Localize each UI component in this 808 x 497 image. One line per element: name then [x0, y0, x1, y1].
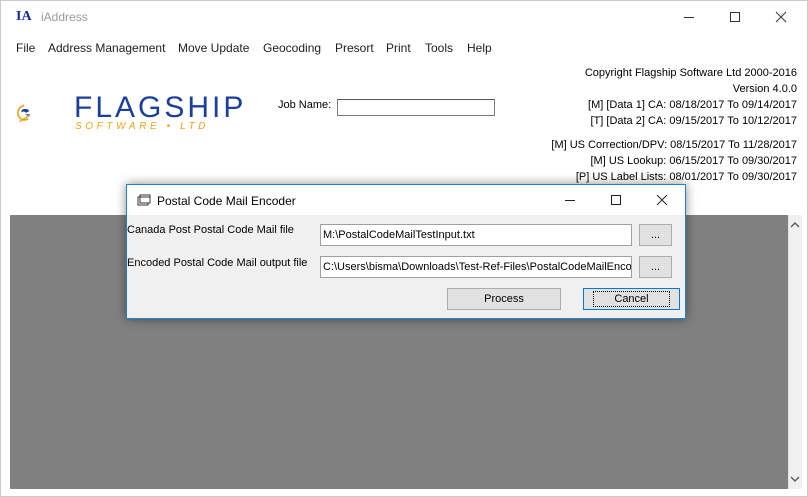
- close-icon: [775, 11, 787, 23]
- output-file-label: Encoded Postal Code Mail output file: [127, 257, 308, 269]
- data1-text: [M] [Data 1] CA: 08/18/2017 To 09/14/201…: [588, 99, 797, 111]
- menu-geocoding[interactable]: Geocoding: [263, 41, 321, 55]
- dialog-close-button[interactable]: [639, 185, 685, 215]
- close-button[interactable]: [758, 1, 804, 33]
- process-button[interactable]: Process: [447, 288, 561, 310]
- job-name-input[interactable]: [337, 99, 495, 116]
- main-window: IA iAddress File Address Management Move…: [0, 0, 808, 497]
- title-bar: IA iAddress: [1, 1, 807, 33]
- postal-code-mail-encoder-dialog: Postal Code Mail Encoder Canada Post Pos…: [126, 184, 686, 319]
- menu-file[interactable]: File: [16, 41, 35, 55]
- input-file-field[interactable]: M:\PostalCodeMailTestInput.txt: [320, 224, 632, 246]
- scroll-up-icon[interactable]: [789, 219, 801, 231]
- menu-print[interactable]: Print: [386, 41, 411, 55]
- output-file-field[interactable]: C:\Users\bisma\Downloads\Test-Ref-Files\…: [320, 256, 632, 278]
- input-browse-button[interactable]: ...: [639, 224, 672, 246]
- close-icon: [656, 194, 668, 206]
- dialog-maximize-button[interactable]: [593, 185, 639, 215]
- maximize-icon: [730, 12, 740, 22]
- logo-tagline: SOFTWARE • LTD: [75, 121, 210, 132]
- dialog-minimize-button[interactable]: [547, 185, 593, 215]
- us-lookup-text: [M] US Lookup: 06/15/2017 To 09/30/2017: [590, 155, 797, 167]
- app-icon: IA: [16, 9, 32, 24]
- dialog-title: Postal Code Mail Encoder: [157, 194, 296, 208]
- menu-bar: File Address Management Move Update Geoc…: [1, 39, 807, 59]
- maximize-icon: [611, 195, 621, 205]
- menu-presort[interactable]: Presort: [335, 41, 374, 55]
- menu-move-update[interactable]: Move Update: [178, 41, 249, 55]
- minimize-button[interactable]: [666, 1, 712, 33]
- menu-address-management[interactable]: Address Management: [48, 41, 165, 55]
- data2-text: [T] [Data 2] CA: 09/15/2017 To 10/12/201…: [590, 115, 798, 127]
- vertical-scrollbar[interactable]: [788, 215, 802, 489]
- menu-help[interactable]: Help: [467, 41, 492, 55]
- copyright-text: Copyright Flagship Software Ltd 2000-201…: [584, 67, 797, 79]
- maximize-button[interactable]: [712, 1, 758, 33]
- version-text: Version 4.0.0: [732, 83, 797, 95]
- window-title: iAddress: [41, 10, 88, 24]
- dialog-window-icon: [137, 194, 151, 206]
- input-file-label: Canada Post Postal Code Mail file: [127, 224, 294, 236]
- minimize-icon: [684, 17, 694, 18]
- output-browse-button[interactable]: ...: [639, 256, 672, 278]
- us-label-lists-text: [P] US Label Lists: 08/01/2017 To 09/30/…: [575, 171, 797, 183]
- flagship-logo-icon: [17, 104, 31, 123]
- dialog-title-bar: Postal Code Mail Encoder: [127, 185, 685, 215]
- cancel-button[interactable]: Cancel: [583, 288, 680, 310]
- cancel-button-label: Cancel: [593, 291, 670, 307]
- job-name-label: Job Name:: [278, 99, 332, 111]
- scroll-down-icon[interactable]: [789, 473, 801, 485]
- logo-wordmark: FLAGSHIP: [74, 91, 247, 124]
- us-correction-text: [M] US Correction/DPV: 08/15/2017 To 11/…: [551, 139, 797, 151]
- menu-tools[interactable]: Tools: [425, 41, 453, 55]
- minimize-icon: [565, 200, 575, 201]
